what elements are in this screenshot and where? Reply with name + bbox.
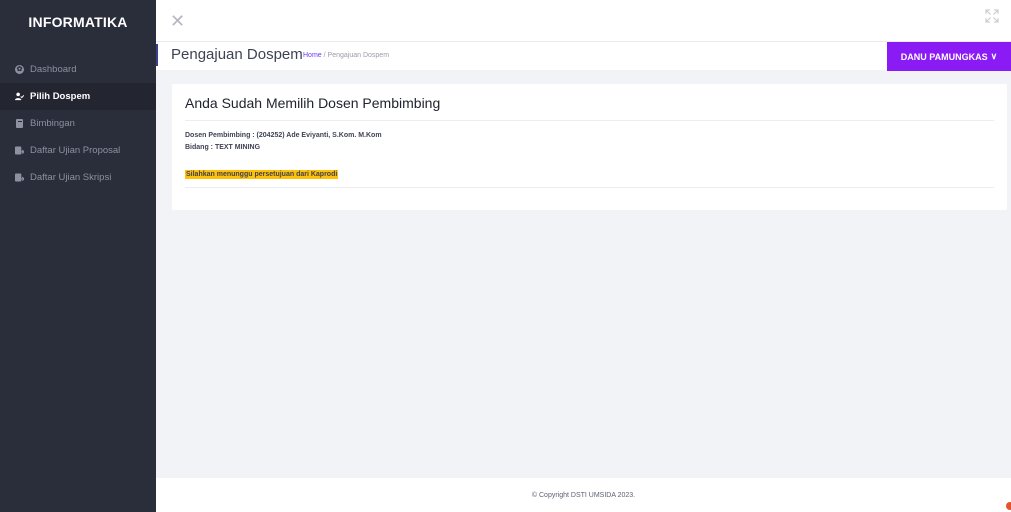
book-arrow-icon <box>15 173 24 182</box>
breadcrumb: Home / Pengajuan Dospem <box>303 52 389 59</box>
sidebar-menu: ✿ Dashboard Pilih Dospem Bimbingan Dafta… <box>0 56 156 191</box>
chevron-down-icon: ∨ <box>990 51 998 61</box>
book-icon <box>15 119 24 128</box>
divider <box>185 187 994 188</box>
breadcrumb-current: Pengajuan Dospem <box>327 52 390 59</box>
fullscreen-icon[interactable] <box>985 9 999 23</box>
dosen-pembimbing-text: Dosen Pembimbing : (204252) Ade Eviyanti… <box>185 132 382 139</box>
card-title: Anda Sudah Memilih Dosen Pembimbing <box>185 95 441 111</box>
sidebar-item-bimbingan[interactable]: Bimbingan <box>0 110 156 137</box>
brand-title: INFORMATIKA <box>28 14 128 30</box>
page-title: Pengajuan Dospem <box>171 46 303 63</box>
sidebar-item-pilih-dospem[interactable]: Pilih Dospem <box>0 83 156 110</box>
pending-approval-notice: Silahkan menunggu persetujuan dari Kapro… <box>185 170 339 179</box>
sidebar-item-daftar-ujian-skripsi[interactable]: Daftar Ujian Skripsi <box>0 164 156 191</box>
dashboard-icon: ✿ <box>15 65 24 74</box>
copyright-text: © Copyright DSTI UMSIDA 2023. <box>531 491 636 499</box>
breadcrumb-home-link[interactable]: Home <box>303 52 322 59</box>
sidebar-item-label: Bimbingan <box>30 118 75 129</box>
floating-badge[interactable] <box>1006 502 1011 510</box>
sidebar-item-label: Pilih Dospem <box>30 91 91 102</box>
close-icon[interactable]: ✕ <box>170 12 185 30</box>
subheader: Pengajuan Dospem Home / Pengajuan Dospem… <box>156 42 1011 71</box>
user-check-icon <box>15 92 24 101</box>
bidang-text: Bidang : TEXT MINING <box>185 144 261 151</box>
user-menu-button[interactable]: DANU PAMUNGKAS ∨ <box>887 42 1011 71</box>
dospem-status-card: Anda Sudah Memilih Dosen Pembimbing Dose… <box>172 84 1007 210</box>
topbar: ✕ <box>156 0 1011 42</box>
sidebar: INFORMATIKA ✿ Dashboard Pilih Dospem Bim… <box>0 0 156 512</box>
breadcrumb-separator: / <box>323 52 326 59</box>
sidebar-item-label: Dashboard <box>30 64 77 75</box>
book-arrow-icon <box>15 146 24 155</box>
sidebar-item-label: Daftar Ujian Proposal <box>30 145 121 156</box>
footer: © Copyright DSTI UMSIDA 2023. <box>156 478 1011 512</box>
sidebar-item-dashboard[interactable]: ✿ Dashboard <box>0 56 156 83</box>
sidebar-item-label: Daftar Ujian Skripsi <box>30 172 112 183</box>
title-accent-bar <box>156 44 158 66</box>
user-name: DANU PAMUNGKAS <box>900 51 988 62</box>
divider <box>185 120 994 121</box>
sidebar-item-daftar-ujian-proposal[interactable]: Daftar Ujian Proposal <box>0 137 156 164</box>
